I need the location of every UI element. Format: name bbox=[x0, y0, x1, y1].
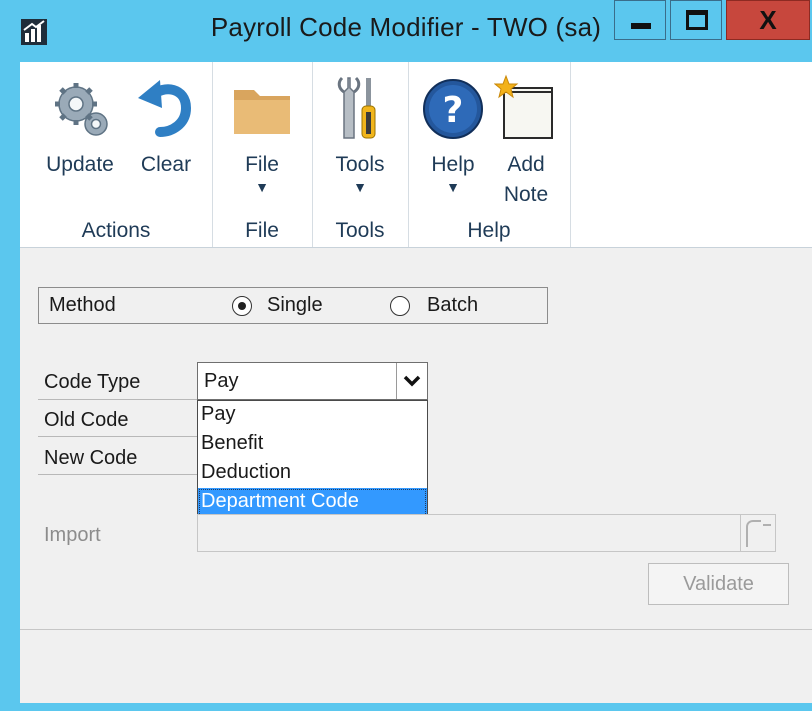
close-icon: X bbox=[759, 5, 777, 35]
method-group: Method Single Batch bbox=[38, 287, 548, 324]
row-divider bbox=[38, 399, 198, 400]
option-label: Pay bbox=[201, 403, 236, 425]
ribbon-group-tools: Tools ▼ Tools bbox=[312, 62, 409, 247]
tools-group-label: Tools bbox=[335, 219, 385, 242]
ribbon-group-help: ? Help ▼ Add Note Help bbox=[408, 62, 571, 247]
code-type-option-benefit[interactable]: Benefit bbox=[198, 430, 427, 459]
batch-radio[interactable] bbox=[390, 296, 410, 316]
tools-label: Tools bbox=[335, 153, 385, 176]
option-label: Deduction bbox=[201, 461, 292, 483]
method-label: Method bbox=[49, 294, 116, 316]
clear-button[interactable]: Clear bbox=[122, 74, 210, 180]
code-type-option-department-code[interactable]: Department Code bbox=[198, 488, 427, 517]
option-label: Department Code bbox=[201, 490, 359, 512]
add-note-label-line2: Note bbox=[503, 183, 549, 206]
row-divider bbox=[38, 436, 198, 437]
tools-button[interactable]: Tools ▼ bbox=[320, 74, 400, 194]
chevron-down-icon: ▼ bbox=[255, 179, 269, 195]
import-browse-button[interactable] bbox=[740, 515, 775, 551]
tools-icon bbox=[337, 76, 376, 139]
ribbon: Update Clear Actions File ▼ File Tools ▼… bbox=[20, 62, 812, 248]
code-type-option-deduction[interactable]: Deduction bbox=[198, 459, 427, 488]
chevron-down-icon: ▼ bbox=[353, 179, 367, 195]
add-note-label-line1: Add bbox=[507, 153, 545, 176]
maximize-button[interactable] bbox=[670, 0, 722, 40]
row-divider bbox=[38, 474, 198, 475]
update-label: Update bbox=[46, 153, 114, 176]
code-type-dropdown-button[interactable] bbox=[396, 363, 427, 399]
import-path-field[interactable] bbox=[197, 514, 776, 552]
clear-label: Clear bbox=[140, 153, 192, 176]
folder-lookup-icon bbox=[746, 520, 771, 547]
ribbon-group-file: File ▼ File bbox=[212, 62, 313, 247]
minimize-icon bbox=[631, 23, 651, 29]
chevron-down-icon: ▼ bbox=[446, 179, 460, 195]
single-radio[interactable] bbox=[232, 296, 252, 316]
code-type-dropdown-list: Pay Benefit Deduction Department Code bbox=[197, 400, 428, 518]
undo-arrow-icon bbox=[138, 80, 192, 137]
status-bar-divider bbox=[20, 629, 812, 630]
validate-button[interactable]: Validate bbox=[648, 563, 789, 605]
title-bar[interactable]: Payroll Code Modifier - TWO (sa) X bbox=[0, 0, 812, 62]
single-radio-label[interactable]: Single bbox=[267, 294, 323, 317]
code-type-label: Code Type bbox=[44, 371, 141, 393]
maximize-icon bbox=[686, 10, 708, 30]
ribbon-group-actions: Update Clear Actions bbox=[20, 62, 213, 247]
code-type-select[interactable]: Pay bbox=[197, 362, 428, 400]
file-button[interactable]: File ▼ bbox=[222, 74, 302, 194]
batch-radio-label[interactable]: Batch bbox=[427, 294, 478, 317]
payroll-code-modifier-window: Payroll Code Modifier - TWO (sa) X Updat… bbox=[0, 0, 812, 711]
minimize-button[interactable] bbox=[614, 0, 666, 40]
help-group-label: Help bbox=[467, 219, 511, 242]
chevron-down-icon bbox=[403, 375, 421, 387]
actions-group-label: Actions bbox=[81, 219, 151, 242]
help-icon: ? bbox=[423, 79, 483, 139]
help-button[interactable]: ? Help ▼ bbox=[416, 74, 490, 194]
help-label: Help bbox=[431, 153, 475, 176]
close-button[interactable]: X bbox=[726, 0, 810, 40]
add-note-icon bbox=[493, 74, 553, 139]
new-code-label: New Code bbox=[44, 447, 138, 469]
window-client-area: Update Clear Actions File ▼ File Tools ▼… bbox=[20, 62, 812, 703]
folder-icon bbox=[234, 90, 290, 134]
gears-icon bbox=[55, 83, 108, 136]
code-type-option-pay[interactable]: Pay bbox=[198, 401, 427, 430]
update-button[interactable]: Update bbox=[32, 74, 128, 180]
import-label: Import bbox=[44, 524, 101, 546]
file-label: File bbox=[245, 153, 279, 176]
old-code-label: Old Code bbox=[44, 409, 129, 431]
svg-text:?: ? bbox=[443, 90, 464, 131]
code-type-value: Pay bbox=[204, 370, 239, 392]
option-label: Benefit bbox=[201, 432, 264, 454]
file-group-label: File bbox=[245, 219, 279, 242]
add-note-button[interactable]: Add Note bbox=[488, 74, 564, 210]
